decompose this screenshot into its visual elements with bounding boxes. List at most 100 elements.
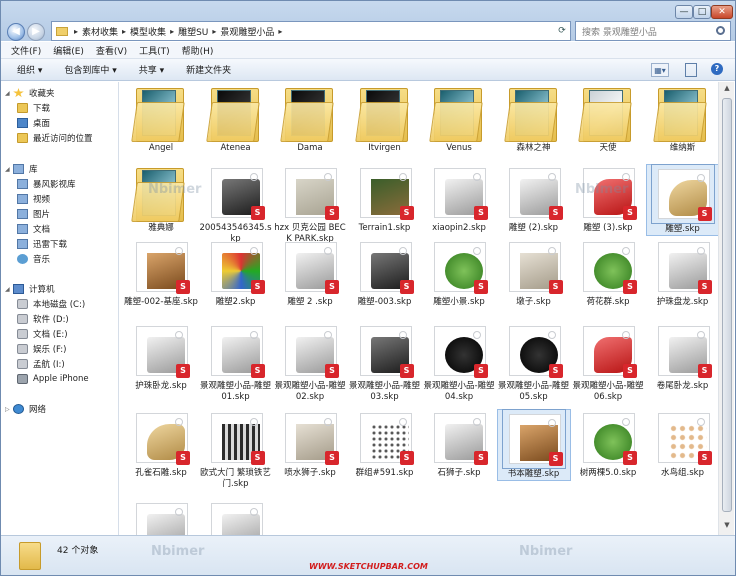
nav-computer[interactable]: ◢ 计算机: [5, 282, 55, 296]
skp-file-item[interactable]: S 护珠卧龙.skp: [124, 322, 198, 392]
nav-drive-e[interactable]: 文档 (E:): [17, 327, 68, 341]
help-icon[interactable]: ?: [711, 63, 723, 75]
nav-item-baofeng[interactable]: 暴风影视库: [17, 177, 76, 191]
nav-favorites[interactable]: ◢ 收藏夹: [5, 86, 55, 100]
folder-item[interactable]: Venus: [422, 84, 496, 154]
skp-file-item[interactable]: S 喷水狮子.skp: [273, 409, 347, 479]
skp-file-item[interactable]: S 200543546345.skp: [199, 164, 273, 245]
menu-tools[interactable]: 工具(T): [139, 44, 170, 57]
nav-drive-d[interactable]: 软件 (D:): [17, 312, 69, 326]
skp-file-item[interactable]: S 墩子.skp: [497, 238, 571, 308]
skp-file-item[interactable]: S 雕塑小景.skp: [422, 238, 496, 308]
skp-file-item[interactable]: S 雕塑 (3).skp: [571, 164, 645, 234]
nav-item-recent[interactable]: 最近访问的位置: [17, 131, 93, 145]
menu-help[interactable]: 帮助(H): [182, 44, 214, 57]
nav-drive-i[interactable]: 孟航 (I:): [17, 357, 65, 371]
nav-libraries[interactable]: ◢ 库: [5, 162, 38, 176]
skp-file-item[interactable]: S 书本雕塑.skp: [496, 409, 571, 481]
skp-file-item[interactable]: S 雕塑.skp: [645, 164, 718, 236]
folder-item[interactable]: Angel: [124, 84, 198, 154]
skp-file-item[interactable]: S 水鸟组.skp: [646, 409, 719, 479]
nav-item-downloads[interactable]: 下载: [17, 101, 50, 115]
nav-item-thunder[interactable]: 迅雷下载: [17, 237, 67, 251]
skp-file-item[interactable]: S 景观雕塑小品-雕塑04.skp: [422, 322, 496, 403]
vertical-scrollbar[interactable]: ▲ ▼: [718, 82, 734, 535]
nav-item-pictures[interactable]: 图片: [17, 207, 50, 221]
skp-file-item[interactable]: S 景观雕塑小品-雕塑06.skp: [571, 322, 645, 403]
skp-file-item[interactable]: S 护珠盘龙.skp: [646, 238, 719, 308]
include-in-library-button[interactable]: 包含到库中 ▾: [64, 63, 116, 76]
skp-file-item[interactable]: S 荷花群.skp: [571, 238, 645, 308]
nav-item-documents[interactable]: 文档: [17, 222, 50, 236]
skp-file-item[interactable]: S 雕塑 2 .skp: [273, 238, 347, 308]
nav-drive-f[interactable]: 娱乐 (F:): [17, 342, 66, 356]
nav-item-videos[interactable]: 视频: [17, 192, 50, 206]
search-icon[interactable]: [716, 26, 725, 35]
collapse-arrow-icon[interactable]: ◢: [5, 286, 11, 293]
skp-file-item[interactable]: S: [124, 499, 198, 535]
skp-file-item[interactable]: S 雕塑 (2).skp: [497, 164, 571, 234]
nav-network[interactable]: ▷ 网络: [5, 402, 46, 416]
folder-item[interactable]: 维纳斯: [646, 84, 719, 154]
new-folder-button[interactable]: 新建文件夹: [186, 63, 231, 76]
address-bar[interactable]: ▸ 素材收集 ▸ 模型收集 ▸ 雕塑SU ▸ 景观雕塑小品 ▸: [51, 21, 571, 41]
refresh-icon[interactable]: ⟳: [553, 21, 571, 41]
chevron-right-icon: ▸: [170, 26, 175, 36]
breadcrumb-item[interactable]: 模型收集: [130, 25, 166, 38]
folder-item[interactable]: 森林之神: [497, 84, 571, 154]
skp-file-item[interactable]: S 树两棵5.0.skp: [571, 409, 645, 479]
close-button[interactable]: ✕: [711, 5, 733, 19]
nav-iphone[interactable]: Apple iPhone: [17, 372, 89, 386]
organize-button[interactable]: 组织 ▾: [17, 63, 42, 76]
expand-arrow-icon[interactable]: ▷: [5, 406, 11, 413]
collapse-arrow-icon[interactable]: ◢: [5, 166, 11, 173]
menu-view[interactable]: 查看(V): [96, 44, 127, 57]
skp-file-item[interactable]: S 石狮子.skp: [422, 409, 496, 479]
change-view-icon[interactable]: ▦▾: [651, 63, 669, 77]
sketchup-file-icon: S: [279, 164, 341, 222]
folder-item[interactable]: Itvirgen: [348, 84, 422, 154]
minimize-button[interactable]: —: [675, 5, 693, 19]
maximize-button[interactable]: □: [693, 5, 711, 19]
nav-label: 文档: [33, 225, 51, 235]
folder-item[interactable]: 雅典娜: [124, 164, 198, 234]
skp-file-item[interactable]: S 孔雀石雕.skp: [124, 409, 198, 479]
skp-file-item[interactable]: S 欧式大门 繁琐铁艺门.skp: [199, 409, 273, 490]
nav-item-desktop[interactable]: 桌面: [17, 116, 50, 130]
breadcrumb-item[interactable]: 雕塑SU: [178, 25, 208, 38]
folder-item[interactable]: Dama: [273, 84, 347, 154]
skp-file-item[interactable]: S 景观雕塑小品-雕塑03.skp: [348, 322, 422, 403]
skp-file-item[interactable]: S 雕塑-002-基座.skp: [124, 238, 198, 308]
skp-file-item[interactable]: S 景观雕塑小品-雕塑01.skp: [199, 322, 273, 403]
skp-file-item[interactable]: S 卷尾卧龙.skp: [646, 322, 719, 392]
sketchup-file-icon: S: [577, 238, 639, 296]
downloads-folder-icon: [17, 103, 28, 113]
folder-item[interactable]: Atenea: [199, 84, 273, 154]
collapse-arrow-icon[interactable]: ◢: [5, 90, 11, 97]
forward-button[interactable]: ▶: [27, 23, 45, 41]
sketchup-badge-icon: S: [399, 206, 414, 220]
folder-item[interactable]: 天使: [571, 84, 645, 154]
scroll-down-icon[interactable]: ▼: [721, 521, 733, 533]
skp-file-item[interactable]: S 景观雕塑小品-雕塑05.skp: [497, 322, 571, 403]
breadcrumb-item[interactable]: 素材收集: [82, 25, 118, 38]
preview-pane-icon[interactable]: [685, 63, 697, 77]
share-button[interactable]: 共享 ▾: [139, 63, 164, 76]
scroll-up-icon[interactable]: ▲: [721, 84, 733, 96]
nav-item-music[interactable]: 音乐: [17, 252, 50, 266]
breadcrumb-item[interactable]: 景观雕塑小品: [220, 25, 274, 38]
search-input[interactable]: 搜索 景观雕塑小品: [575, 21, 731, 41]
skp-file-item[interactable]: S 群组#591.skp: [348, 409, 422, 479]
skp-file-item[interactable]: S 雕塑2.skp: [199, 238, 273, 308]
back-button[interactable]: ◀: [7, 23, 25, 41]
skp-file-item[interactable]: S: [199, 499, 273, 535]
skp-file-item[interactable]: Sxiaopin2.skp: [422, 164, 496, 234]
skp-file-item[interactable]: S 景观雕塑小品-雕塑02.skp: [273, 322, 347, 403]
nav-drive-c[interactable]: 本地磁盘 (C:): [17, 297, 85, 311]
skp-file-item[interactable]: S Terrain1.skp: [348, 164, 422, 234]
menu-file[interactable]: 文件(F): [11, 44, 41, 57]
skp-file-item[interactable]: S 雕塑-003.skp: [348, 238, 422, 308]
scrollbar-thumb[interactable]: [722, 98, 732, 512]
skp-file-item[interactable]: Shzx 贝克公园 BECK PARK.skp: [273, 164, 347, 245]
menu-edit[interactable]: 编辑(E): [53, 44, 84, 57]
